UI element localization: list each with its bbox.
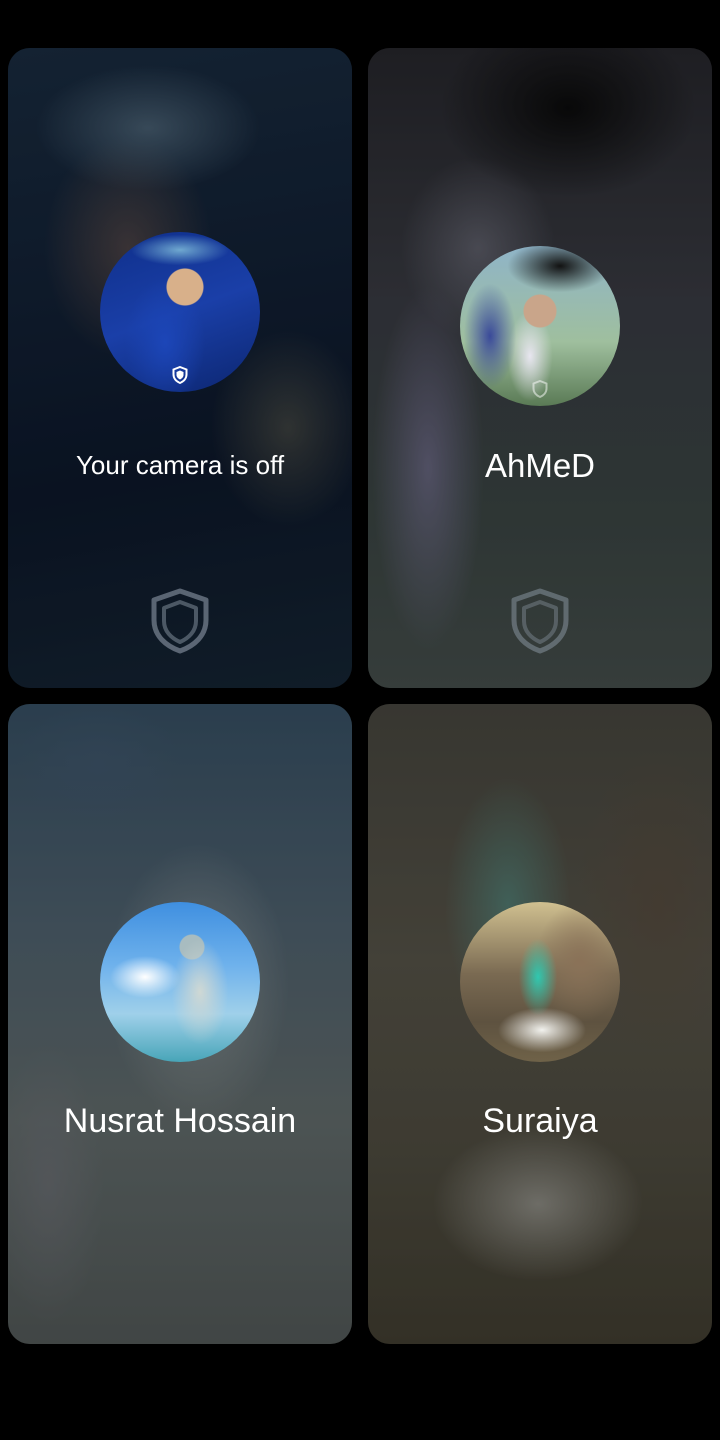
avatar[interactable]: [460, 246, 620, 406]
avatar[interactable]: [100, 232, 260, 392]
shield-icon: [172, 366, 188, 384]
shield-icon: [532, 380, 548, 398]
participant-tile-suraiya[interactable]: Suraiya: [368, 704, 712, 1344]
participant-name: Nusrat Hossain: [63, 1102, 297, 1140]
avatar[interactable]: [100, 902, 260, 1062]
participant-name: AhMeD: [484, 447, 596, 484]
participant-name: Your camera is off: [75, 450, 285, 480]
shield-icon: [511, 588, 569, 654]
participant-tile-self[interactable]: Your camera is off: [8, 48, 352, 688]
shield-icon: [151, 588, 209, 654]
avatar[interactable]: [460, 902, 620, 1062]
participant-tile-ahmed[interactable]: AhMeD: [368, 48, 712, 688]
participant-tile-nusrat[interactable]: Nusrat Hossain: [8, 704, 352, 1344]
participant-name: Suraiya: [482, 1102, 598, 1140]
